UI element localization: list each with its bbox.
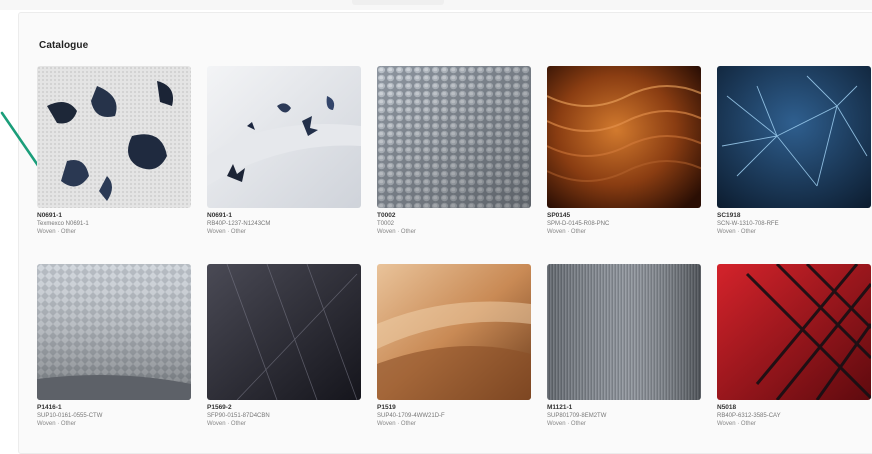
item-meta: Woven · Other xyxy=(207,228,246,235)
item-description: SUP801709-8EM2TW xyxy=(547,413,607,419)
fabric-swatch-image[interactable] xyxy=(37,66,191,208)
item-description: SFP90-0151-87D4CBN xyxy=(207,413,270,419)
item-meta: Woven · Other xyxy=(717,228,756,235)
item-meta: Woven · Other xyxy=(717,420,756,427)
item-code: T0002 xyxy=(377,212,396,219)
item-meta: Woven · Other xyxy=(547,228,586,235)
fabric-swatch-image[interactable] xyxy=(207,66,361,208)
item-meta: Woven · Other xyxy=(37,228,76,235)
fabric-swatch-image[interactable] xyxy=(377,264,531,400)
catalogue-item[interactable]: SP0145 SPM-D-0145-R08-PNC Woven · Other xyxy=(547,66,701,258)
item-code: SC1918 xyxy=(717,212,741,219)
top-bar xyxy=(0,0,872,10)
item-code: N5018 xyxy=(717,404,737,411)
item-meta: Woven · Other xyxy=(207,420,246,427)
catalogue-item[interactable]: P1519 SUP40-1709-4WW21D-F Woven · Other xyxy=(377,264,531,446)
item-meta: Woven · Other xyxy=(377,420,416,427)
item-code: N0691-1 xyxy=(37,212,62,219)
catalogue-item[interactable]: T0002 T0002 Woven · Other xyxy=(377,66,531,258)
item-code: P1569-2 xyxy=(207,404,232,411)
item-description: SUP10-0161-0555-CTW xyxy=(37,413,103,419)
catalogue-item[interactable]: P1569-2 SFP90-0151-87D4CBN Woven · Other xyxy=(207,264,361,446)
item-description: RB40P-6312-3585-CAY xyxy=(717,413,781,419)
item-code: P1416-1 xyxy=(37,404,62,411)
item-description: SCN-W-1310-708-RFE xyxy=(717,221,779,227)
item-description: T0002 xyxy=(377,221,395,227)
item-description: RB40P-1237-N1243CM xyxy=(207,221,271,227)
item-description: Texmexco N0691-1 xyxy=(37,221,89,227)
catalogue-item[interactable]: N5018 RB40P-6312-3585-CAY Woven · Other xyxy=(717,264,871,446)
item-code: N0691-1 xyxy=(207,212,232,219)
item-code: P1519 xyxy=(377,404,396,411)
item-meta: Woven · Other xyxy=(37,420,76,427)
catalogue-item[interactable]: N0691-1 Texmexco N0691-1 Woven · Other xyxy=(37,66,191,258)
top-bar-tab xyxy=(352,0,444,5)
catalogue-grid: N0691-1 Texmexco N0691-1 Woven · Other N… xyxy=(37,66,871,446)
fabric-swatch-image[interactable] xyxy=(37,264,191,400)
fabric-swatch-image[interactable] xyxy=(717,66,871,208)
fabric-swatch-image[interactable] xyxy=(547,66,701,208)
catalogue-item[interactable]: SC1918 SCN-W-1310-708-RFE Woven · Other xyxy=(717,66,871,258)
catalogue-item[interactable]: P1416-1 SUP10-0161-0555-CTW Woven · Othe… xyxy=(37,264,191,446)
item-description: SUP40-1709-4WW21D-F xyxy=(377,413,445,419)
item-code: M1121-1 xyxy=(547,404,573,411)
fabric-swatch-image[interactable] xyxy=(547,264,701,400)
item-description: SPM-D-0145-R08-PNC xyxy=(547,221,610,227)
catalogue-item[interactable]: N0691-1 RB40P-1237-N1243CM Woven · Other xyxy=(207,66,361,258)
fabric-swatch-image[interactable] xyxy=(717,264,871,400)
item-meta: Woven · Other xyxy=(547,420,586,427)
item-meta: Woven · Other xyxy=(377,228,416,235)
fabric-swatch-image[interactable] xyxy=(377,66,531,208)
catalogue-item[interactable]: M1121-1 SUP801709-8EM2TW Woven · Other xyxy=(547,264,701,446)
item-code: SP0145 xyxy=(547,212,571,219)
catalogue-title: Catalogue xyxy=(39,40,89,51)
fabric-swatch-image[interactable] xyxy=(207,264,361,400)
